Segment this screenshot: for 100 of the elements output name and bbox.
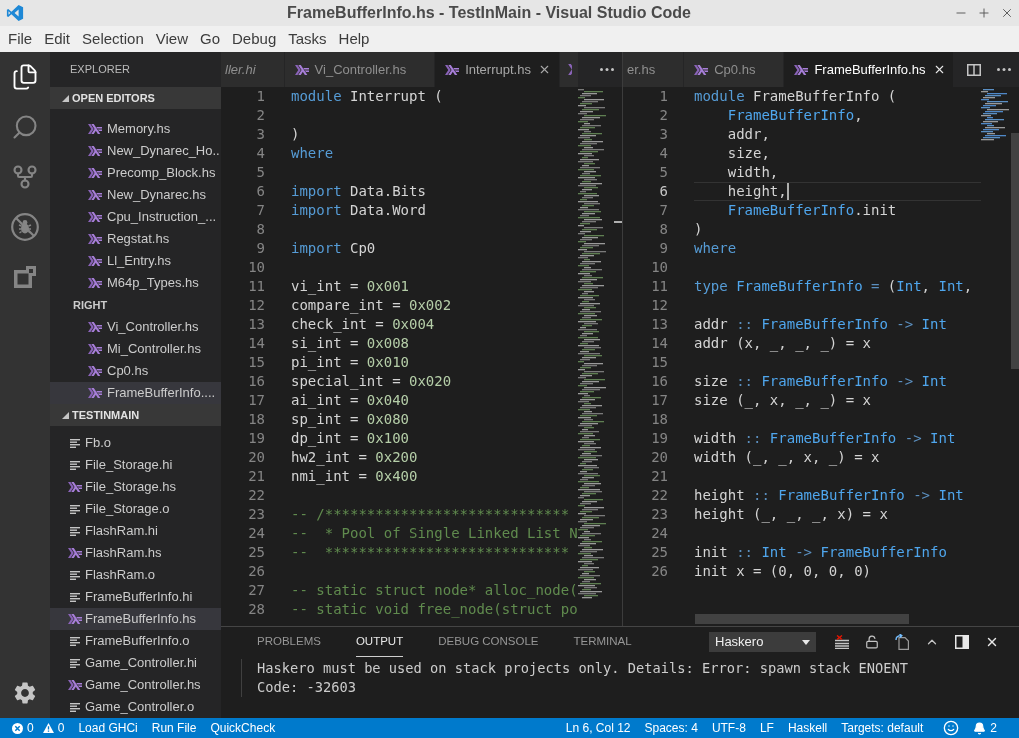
status-bar-item[interactable]: QuickCheck — [210, 719, 276, 737]
smiley-icon[interactable] — [943, 720, 960, 736]
warning-count[interactable]: 0 — [57, 719, 65, 737]
tree-item[interactable]: M64p_Types.hs — [50, 272, 221, 294]
editor-tab[interactable]: FrameBufferInfo.hs — [784, 52, 955, 87]
menu-item[interactable]: View — [155, 27, 188, 51]
source-control-icon[interactable] — [11, 163, 39, 191]
menu-item[interactable]: File — [8, 27, 33, 51]
split-editor-icon[interactable] — [967, 63, 981, 76]
line-number: 10 — [650, 258, 668, 277]
error-icon[interactable] — [12, 722, 23, 734]
menu-item[interactable]: Selection — [82, 27, 144, 51]
minimap-drawing[interactable] — [981, 89, 1009, 141]
tree-item[interactable]: Memory.hs — [50, 118, 221, 140]
tree-item[interactable]: File_Storage.hi — [50, 454, 221, 476]
expand-triangle-icon[interactable] — [62, 411, 69, 419]
tree-item[interactable]: Cpu_Instruction_... — [50, 206, 221, 228]
line-number: 25 — [247, 543, 265, 562]
debug-icon[interactable] — [11, 213, 39, 241]
tree-item[interactable]: Vi_Controller.hs — [50, 316, 221, 338]
scrollbar-thumb[interactable] — [695, 614, 909, 624]
tree-item[interactable]: FrameBufferInfo.... — [50, 382, 221, 404]
tree-item[interactable]: Game_Controller.o — [50, 696, 221, 718]
menu-item[interactable]: Debug — [232, 27, 277, 51]
panel-layout-icon[interactable] — [955, 635, 969, 649]
clear-output-icon[interactable] — [835, 635, 849, 649]
section-header[interactable]: OPEN EDITORS — [50, 87, 221, 109]
files-icon[interactable] — [11, 63, 39, 91]
panel-tab[interactable]: TERMINAL — [573, 627, 632, 657]
editor-tab[interactable]: Vi_Controller.hs — [284, 52, 436, 87]
haskell-file-icon — [694, 64, 709, 75]
code-line: FrameBufferInfo, — [726, 107, 863, 124]
status-bar-item[interactable]: Spaces: 4 — [644, 719, 698, 737]
output-line: Haskero must be used on stack projects only. Details: Error: spawn stack ENOENT — [257, 659, 908, 678]
menu-item[interactable]: Go — [200, 27, 220, 51]
tree-item[interactable]: FlashRam.o — [50, 564, 221, 586]
tree-item[interactable]: Regstat.hs — [50, 228, 221, 250]
editor-tab[interactable]: ller.hi — [221, 52, 285, 87]
line-number: 9 — [658, 239, 668, 258]
status-bar-item[interactable]: Ln 6, Col 12 — [565, 719, 631, 737]
panel-tab[interactable]: OUTPUT — [355, 627, 404, 657]
tree-item[interactable]: New_Dynarec.hs — [50, 184, 221, 206]
menu-item[interactable]: Help — [338, 27, 370, 51]
panel-tab[interactable]: DEBUG CONSOLE — [438, 627, 539, 657]
tree-item[interactable]: File_Storage.hs — [50, 476, 221, 498]
panel-tab[interactable]: PROBLEMS — [257, 627, 321, 657]
menu-item[interactable]: Tasks — [288, 27, 327, 51]
code-line: -- /***************************** — [291, 506, 570, 523]
output-channel-dropdown[interactable]: Haskero — [709, 632, 816, 652]
status-bar-item[interactable]: Run File — [151, 719, 197, 737]
editor-tab[interactable]: er.hs — [623, 52, 685, 87]
scrollbar-thumb[interactable] — [1011, 133, 1019, 369]
code-line: size :: FrameBufferInfo -> Int — [694, 373, 947, 390]
more-actions-icon[interactable] — [997, 68, 1011, 71]
close-icon[interactable] — [985, 635, 999, 649]
tree-item[interactable]: File_Storage.o — [50, 498, 221, 520]
text-file-icon — [70, 570, 80, 580]
section-header[interactable]: TESTINMAIN — [50, 404, 221, 426]
line-number: 24 — [650, 524, 668, 543]
tree-item[interactable]: Cp0.hs — [50, 360, 221, 382]
tree-item[interactable]: Fb.o — [50, 432, 221, 454]
status-bar-item[interactable]: Targets: default — [841, 719, 924, 737]
status-bar-item[interactable]: Haskell — [787, 719, 828, 737]
status-bar-item[interactable]: LF — [759, 719, 774, 737]
tree-item[interactable]: Mi_Controller.hs — [50, 338, 221, 360]
tree-item[interactable]: New_Dynarec_Ho.. — [50, 140, 221, 162]
menu-item[interactable]: Edit — [44, 27, 71, 51]
tree-item[interactable]: FrameBufferInfo.hi — [50, 586, 221, 608]
more-actions-icon[interactable] — [600, 68, 614, 71]
line-number: 22 — [247, 486, 265, 505]
tree-item[interactable]: FrameBufferInfo.o — [50, 630, 221, 652]
haskell-file-icon — [794, 64, 809, 75]
expand-triangle-icon[interactable] — [62, 94, 69, 102]
line-number: 24 — [247, 524, 265, 543]
line-number: 21 — [650, 467, 668, 486]
status-bar-item[interactable]: Load GHCi — [78, 719, 138, 737]
haskell-file-icon — [88, 146, 102, 156]
padlock-icon[interactable] — [865, 635, 879, 649]
editor-tab[interactable]: Interrupt.hs — [435, 52, 560, 87]
warning-icon[interactable] — [42, 723, 54, 733]
code-line: import Data.Bits — [291, 183, 426, 200]
tree-item[interactable]: Ll_Entry.hs — [50, 250, 221, 272]
code-line: ai_int = 0x040 — [291, 392, 409, 409]
extensions-icon[interactable] — [13, 265, 37, 289]
tree-item[interactable]: FlashRam.hs — [50, 542, 221, 564]
search-icon[interactable] — [11, 113, 39, 141]
status-bar-item[interactable]: UTF-8 — [711, 719, 746, 737]
tree-item[interactable]: FlashRam.hi — [50, 520, 221, 542]
document-arrow-icon[interactable] — [895, 634, 909, 650]
bell-icon[interactable] — [973, 721, 987, 735]
haskell-file-icon — [88, 190, 102, 200]
editor-tab[interactable]: Cp0.hs — [684, 52, 785, 87]
notification-count[interactable]: 2 — [990, 719, 997, 737]
settings-icon[interactable] — [12, 680, 38, 706]
tree-item[interactable]: Game_Controller.hs — [50, 674, 221, 696]
tree-item[interactable]: FrameBufferInfo.hs — [50, 608, 221, 630]
tree-item[interactable]: Precomp_Block.hs — [50, 162, 221, 184]
error-count[interactable]: 0 — [27, 719, 34, 737]
line-number: 12 — [247, 296, 265, 315]
tree-item[interactable]: Game_Controller.hi — [50, 652, 221, 674]
